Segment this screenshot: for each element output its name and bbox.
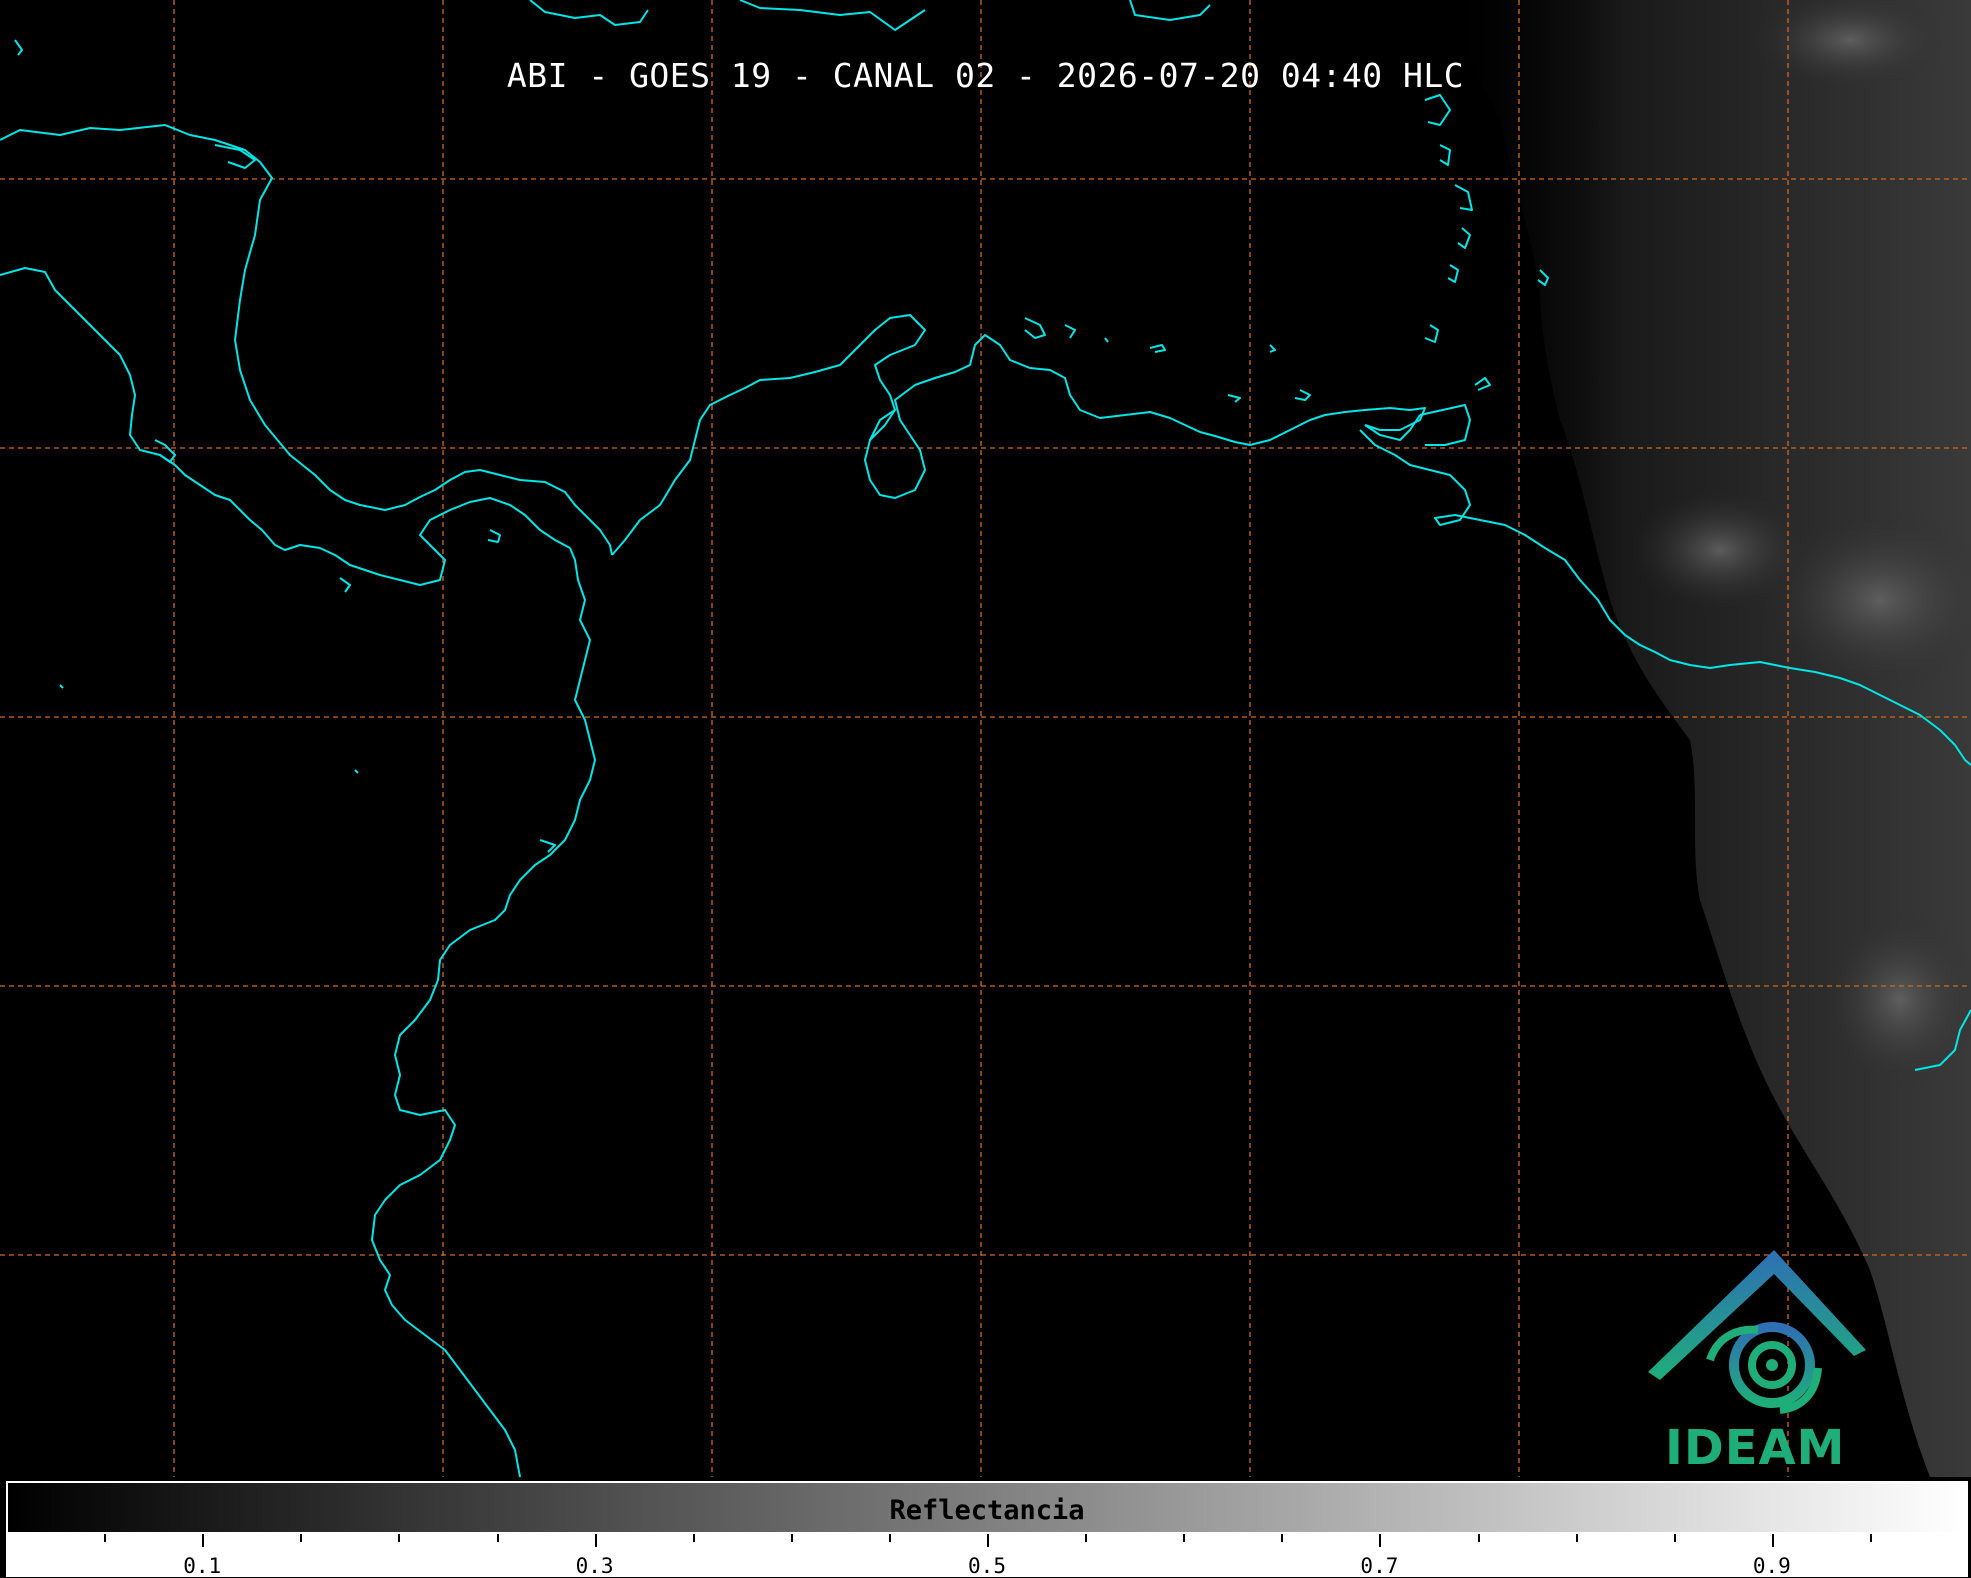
colorbar-major-tick <box>1771 1534 1774 1547</box>
coastline-cuba-top <box>739 0 926 31</box>
coastline-antilles-island <box>1454 184 1473 211</box>
coastline-islet <box>339 577 351 593</box>
colorbar-minor-tick <box>888 1534 891 1542</box>
ideam-logo: IDEAM <box>1640 1250 1880 1476</box>
coastline-islet <box>1064 324 1076 339</box>
colorbar-minor-tick <box>1085 1534 1088 1542</box>
colorbar-minor-tick <box>692 1534 695 1542</box>
coastline-gulf-of-honduras <box>0 267 571 586</box>
coastline-aruba-curacao <box>1227 394 1241 403</box>
coastline-colombia-caribbean <box>611 314 1426 556</box>
coastline-aruba-curacao <box>1269 344 1276 353</box>
colorbar-minor-tick <box>790 1534 793 1542</box>
coastline-antilles-island <box>1424 94 1451 126</box>
coastline-islet <box>487 529 501 543</box>
colorbar-tick-label: 0.7 <box>1360 1554 1399 1578</box>
coastline-trinidad <box>1419 404 1471 446</box>
colorbar-tick-label: 0.3 <box>575 1554 614 1578</box>
coastline-mexico-yucatan <box>0 124 613 556</box>
colorbar-minor-tick <box>104 1534 107 1542</box>
coastline-islet <box>539 839 556 853</box>
colorbar-tick-label: 0.1 <box>183 1554 222 1578</box>
colorbar-axis: 0.1 0.3 0.5 0.7 0.9 <box>6 1534 1968 1578</box>
colorbar-minor-tick <box>496 1534 499 1542</box>
colorbar-minor-tick <box>1183 1534 1186 1542</box>
colorbar-tick-label: 0.5 <box>968 1554 1006 1578</box>
coastline-island-top-right <box>1129 0 1211 21</box>
satellite-image-panel: ABI - GOES 19 - CANAL 02 - 2026-07-20 04… <box>0 0 1971 1477</box>
colorbar-major-tick <box>202 1534 205 1547</box>
ideam-wordmark: IDEAM <box>1665 1420 1846 1476</box>
coastline-islet <box>1104 337 1109 343</box>
coastline-aruba-curacao <box>1149 344 1166 353</box>
colorbar-major-tick <box>987 1534 989 1547</box>
colorbar-minor-tick <box>1477 1534 1480 1542</box>
colorbar-minor-tick <box>300 1534 303 1542</box>
colorbar-minor-tick <box>1673 1534 1676 1542</box>
coastline-islet <box>214 144 256 169</box>
coastline-antilles-island <box>1447 264 1459 283</box>
colorbar-minor-tick <box>398 1534 401 1542</box>
coastline-antilles-island <box>1457 227 1471 249</box>
colorbar-tick-label: 0.9 <box>1752 1554 1791 1578</box>
colorbar: Reflectancia <box>6 1481 1968 1534</box>
coastline-antilles-island <box>1439 144 1451 166</box>
colorbar-major-tick <box>1379 1534 1382 1547</box>
colorbar-minor-tick <box>1281 1534 1284 1542</box>
coastline-islet <box>59 684 64 689</box>
colorbar-major-tick <box>594 1534 597 1547</box>
coastline-islet <box>154 439 176 463</box>
coastline-panama-colombia-pacific <box>371 547 596 1477</box>
coastline-islet <box>1024 317 1046 339</box>
coastline-islet <box>354 769 359 774</box>
colorbar-label: Reflectancia <box>889 1495 1085 1526</box>
cloud-patch <box>1630 490 1810 610</box>
coastline-islet <box>1294 389 1311 401</box>
coastline-antilles-island <box>1424 324 1439 343</box>
colorbar-minor-tick <box>1869 1534 1872 1542</box>
colorbar-minor-tick <box>1575 1534 1578 1542</box>
coastline-antilles-island <box>1474 377 1491 391</box>
coastline-islet <box>14 39 23 56</box>
coastline-caribbean-islands-top <box>529 0 649 26</box>
image-title: ABI - GOES 19 - CANAL 02 - 2026-07-20 04… <box>506 56 1465 95</box>
